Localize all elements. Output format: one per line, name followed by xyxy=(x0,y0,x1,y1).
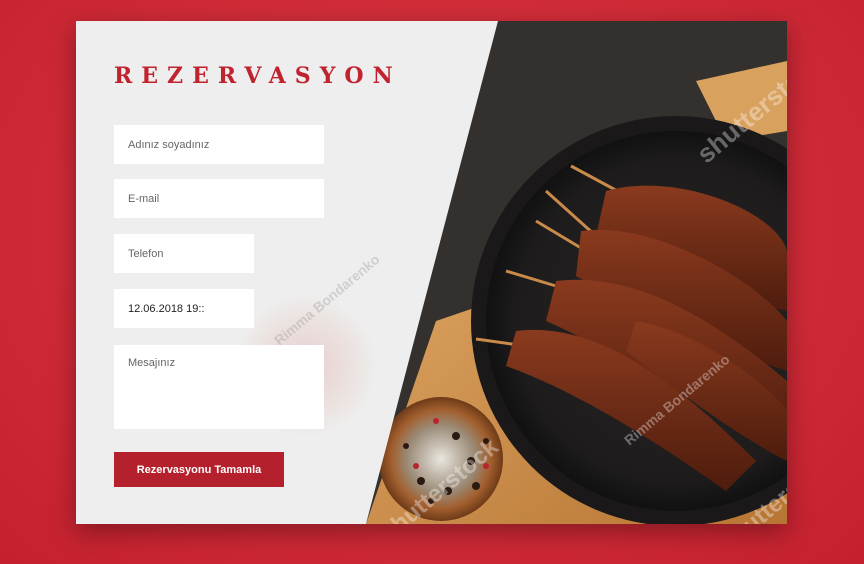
form-title: REZERVASYON xyxy=(114,63,402,89)
reservation-card: REZERVASYON Rezervasyonu Tamamla shutter… xyxy=(76,21,787,524)
name-input[interactable] xyxy=(114,125,324,164)
phone-input[interactable] xyxy=(114,234,254,273)
datetime-input[interactable] xyxy=(114,289,254,328)
message-textarea[interactable] xyxy=(114,345,324,429)
email-input[interactable] xyxy=(114,179,324,218)
submit-reservation-button[interactable]: Rezervasyonu Tamamla xyxy=(114,452,284,487)
